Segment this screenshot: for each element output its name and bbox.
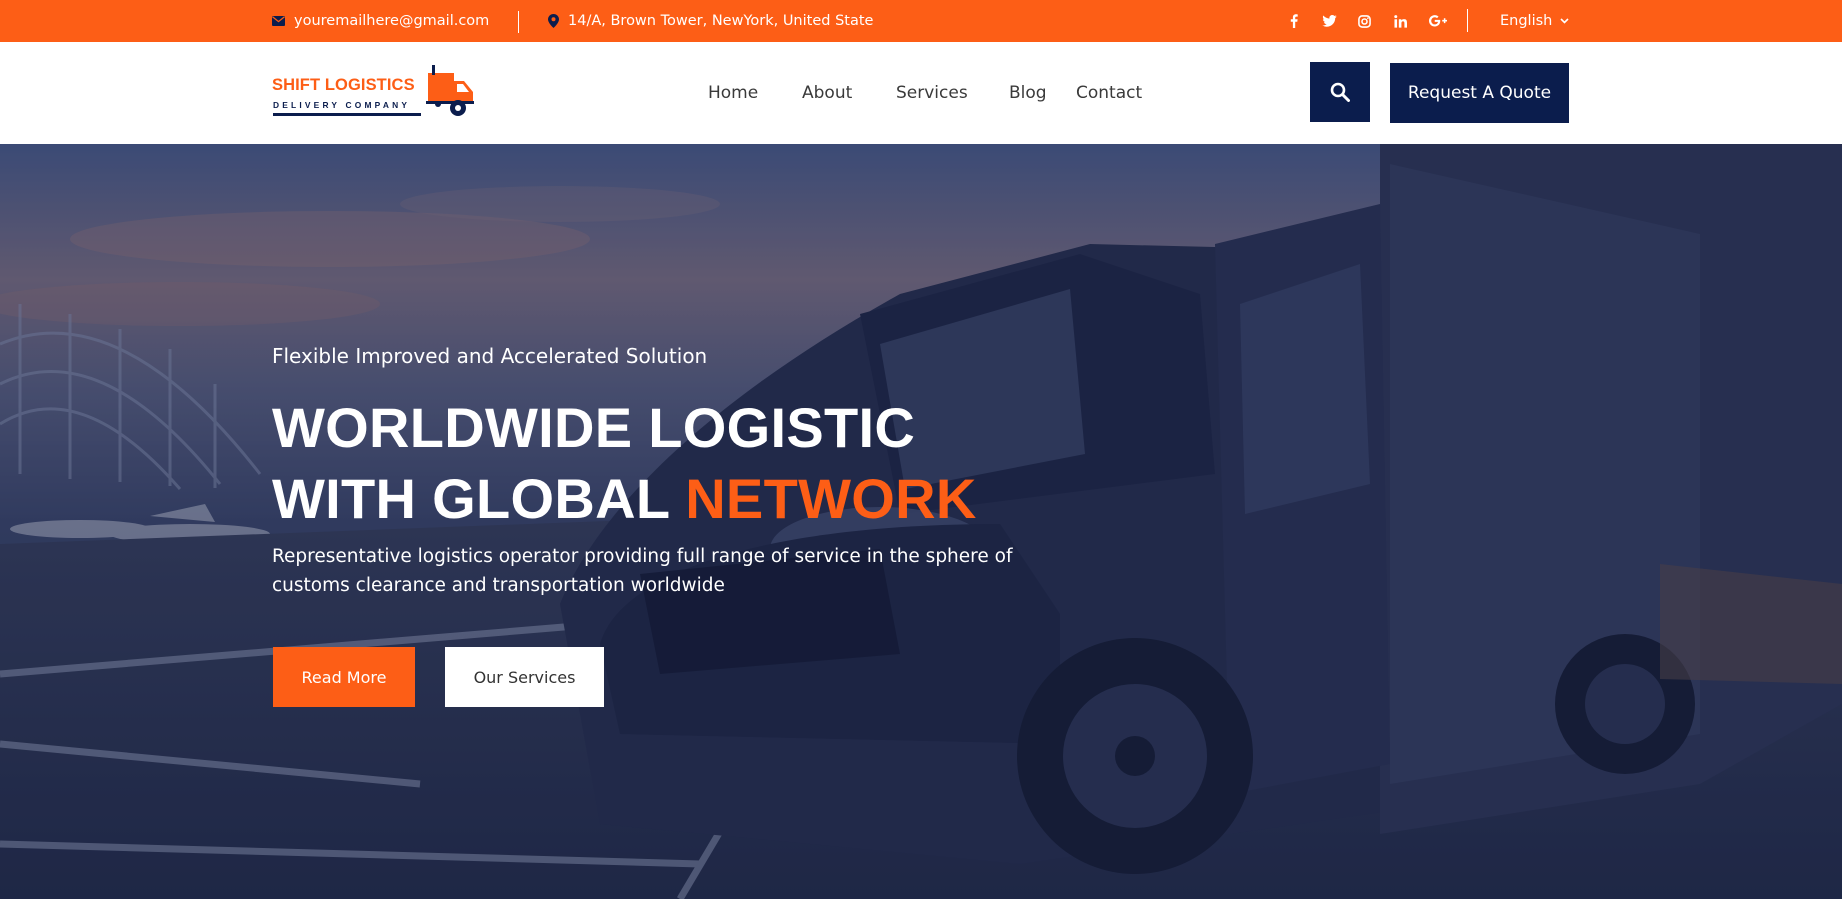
site-header: SHIFT LOGISTICS DELIVERY COMPANY Home Ab…: [0, 42, 1842, 144]
address-text: 14/A, Brown Tower, NewYork, United State: [568, 13, 874, 29]
nav-item-home[interactable]: Home: [708, 42, 758, 144]
logo-subtitle: DELIVERY COMPANY: [273, 100, 411, 110]
read-more-button[interactable]: Read More: [273, 647, 415, 707]
nav-item-contact[interactable]: Contact: [1076, 42, 1142, 144]
map-marker-icon: [548, 14, 568, 28]
envelope-icon: [272, 16, 294, 26]
hero-description: Representative logistics operator provid…: [272, 546, 1013, 596]
logo-underline: [273, 113, 421, 116]
hero-subtitle: Flexible Improved and Accelerated Soluti…: [272, 344, 708, 368]
hero-headline-prefix: WITH GLOBAL: [272, 467, 686, 530]
linkedin-icon[interactable]: [1388, 0, 1412, 42]
language-select[interactable]: English: [1500, 0, 1569, 42]
hero-headline-line-1: WORLDWIDE LOGISTIC: [272, 396, 916, 459]
chevron-down-icon: [1552, 18, 1569, 24]
contact-address: 14/A, Brown Tower, NewYork, United State: [548, 0, 873, 42]
nav-item-about[interactable]: About: [802, 42, 852, 144]
hero-headline-line-2: WITH GLOBAL NETWORK: [272, 471, 977, 527]
our-services-button[interactable]: Our Services: [445, 647, 604, 707]
hero-section: Flexible Improved and Accelerated Soluti…: [0, 144, 1842, 899]
twitter-icon[interactable]: [1317, 0, 1341, 42]
facebook-icon[interactable]: [1282, 0, 1306, 42]
nav-item-services[interactable]: Services: [896, 42, 968, 144]
search-icon: [1330, 82, 1350, 102]
top-bar: youremailhere@gmail.com 14/A, Brown Towe…: [0, 0, 1842, 42]
contact-email[interactable]: youremailhere@gmail.com: [272, 0, 489, 42]
search-button[interactable]: [1310, 62, 1370, 122]
truck-icon: [426, 65, 474, 116]
request-quote-button[interactable]: Request A Quote: [1390, 63, 1569, 123]
logo[interactable]: SHIFT LOGISTICS DELIVERY COMPANY: [271, 63, 476, 125]
instagram-icon[interactable]: [1352, 0, 1376, 42]
topbar-divider: [1467, 9, 1468, 32]
google-plus-icon[interactable]: [1426, 0, 1450, 42]
topbar-divider: [518, 11, 519, 33]
language-label: English: [1500, 13, 1553, 29]
email-text: youremailhere@gmail.com: [294, 13, 490, 29]
nav-item-blog[interactable]: Blog: [1009, 42, 1047, 144]
logo-title: SHIFT LOGISTICS: [272, 76, 415, 94]
hero-headline-accent: NETWORK: [685, 467, 977, 530]
